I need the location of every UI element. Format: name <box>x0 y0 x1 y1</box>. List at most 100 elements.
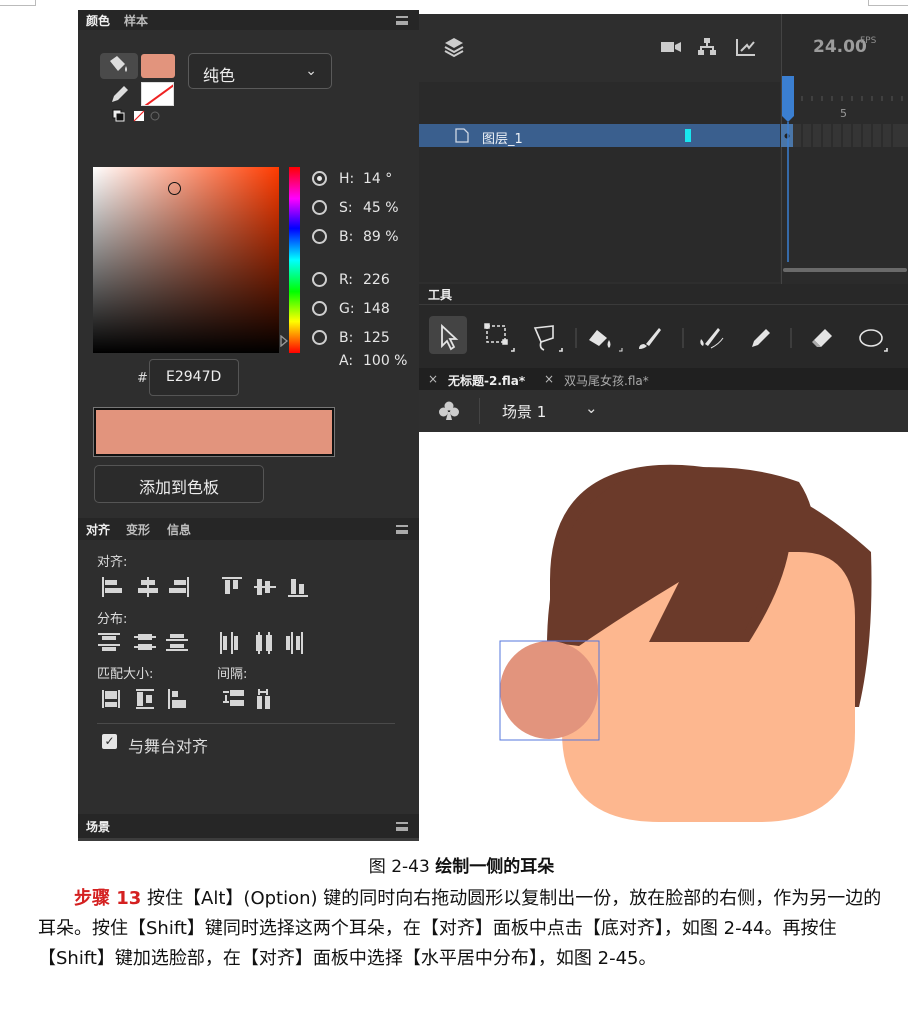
hue-value[interactable]: 14 ° <box>363 171 392 187</box>
spacing-section-label: 间隔: <box>217 667 248 682</box>
radio-saturation[interactable] <box>312 200 327 215</box>
align-horizontal-center-icon <box>138 577 158 597</box>
layer-color-marker[interactable] <box>685 129 691 142</box>
saturation-value[interactable]: 45 % <box>363 200 399 216</box>
close-tab-2-icon[interactable]: × <box>544 372 554 386</box>
radio-brightness[interactable] <box>312 229 327 244</box>
tab-scene[interactable]: 场景 <box>86 818 110 835</box>
tab-swatches[interactable]: 样本 <box>124 12 148 29</box>
align-to-stage-label[interactable]: 与舞台对齐 <box>128 733 208 757</box>
selection-arrow-icon <box>441 323 459 351</box>
ear <box>500 641 598 739</box>
radio-blue[interactable] <box>312 330 327 345</box>
alpha-value[interactable]: 100 % <box>363 353 407 369</box>
timeline-scrollbar[interactable] <box>783 268 907 272</box>
brightness-value[interactable]: 89 % <box>363 229 399 245</box>
scene-bar: 场景 1 ⌄ <box>419 390 908 432</box>
oval-icon <box>859 329 888 352</box>
fill-tool-button[interactable] <box>100 53 138 79</box>
layer-name[interactable]: 图层_1 <box>482 128 523 147</box>
distribute-vertical-center-icon <box>134 634 156 650</box>
fps-unit: FPS <box>860 36 877 46</box>
distribute-horizontal-center-icon <box>256 632 272 654</box>
green-value[interactable]: 148 <box>363 301 390 317</box>
tools-title: 工具 <box>428 288 453 302</box>
tab-document-1[interactable]: 无标题-2.fla* <box>448 372 525 389</box>
panel-menu-icon[interactable] <box>396 16 408 25</box>
distribute-left-icon <box>220 632 238 654</box>
tab-info[interactable]: 信息 <box>167 521 191 538</box>
radio-hue[interactable] <box>312 171 327 186</box>
figure-title: 绘制一侧的耳朵 <box>435 857 555 877</box>
layer-list <box>419 82 780 282</box>
layers-icon[interactable] <box>443 36 465 58</box>
pencil-icon <box>752 329 770 347</box>
step-label: 步骤 13 <box>74 888 142 909</box>
graph-icon[interactable] <box>735 37 757 57</box>
tab-align[interactable]: 对齐 <box>86 521 110 538</box>
tab-document-2[interactable]: 双马尾女孩.fla* <box>564 372 649 389</box>
layer-page-icon <box>455 128 469 143</box>
hex-input[interactable]: E2947D <box>149 359 239 396</box>
character-drawing <box>499 464 872 822</box>
scene-divider <box>479 398 480 424</box>
align-vertical-center-icon <box>254 579 276 595</box>
scene-panel-tabs: 场景 <box>78 814 419 838</box>
layer-hierarchy-icon[interactable] <box>697 37 717 57</box>
chevron-down-icon: ⌄ <box>305 63 317 79</box>
lasso-icon <box>533 325 563 352</box>
radio-red[interactable] <box>312 272 327 287</box>
align-section-label: 对齐: <box>97 555 128 570</box>
fluid-brush-icon <box>700 328 724 349</box>
camera-icon[interactable] <box>660 39 682 55</box>
align-to-stage-checkbox[interactable]: ✓ <box>102 734 117 749</box>
radio-green[interactable] <box>312 301 327 316</box>
scene-chevron-down-icon[interactable]: ⌄ <box>585 399 598 417</box>
saturation-label: S: <box>339 200 353 216</box>
distribute-top-icon <box>98 633 120 651</box>
space-evenly-vertical-icon <box>223 690 244 706</box>
fill-color-swatch[interactable] <box>141 54 175 78</box>
picker-handle[interactable] <box>168 182 181 195</box>
close-tab-1-icon[interactable]: × <box>428 372 438 386</box>
fill-type-dropdown[interactable]: 纯色 ⌄ <box>188 53 332 89</box>
align-buttons-row <box>102 577 308 597</box>
figure-number: 图 2-43 <box>368 857 430 877</box>
saturation-brightness-picker[interactable] <box>93 167 279 353</box>
red-value[interactable]: 226 <box>363 272 390 288</box>
stage[interactable] <box>419 432 908 842</box>
scene-name[interactable]: 场景 1 <box>502 401 546 422</box>
scene-club-icon[interactable] <box>438 400 460 422</box>
free-transform-icon <box>484 323 515 352</box>
distribute-buttons-row <box>98 632 303 654</box>
fps-value[interactable]: 24.00 <box>813 37 867 57</box>
align-bottom-icon <box>288 579 308 597</box>
frame-area[interactable]: 24.00 FPS 5 <box>781 14 908 284</box>
layer-row[interactable]: 图层_1 <box>419 124 780 147</box>
match-height-icon <box>136 689 154 709</box>
align-panel-tabs: 对齐 变形 信息 <box>78 518 419 540</box>
align-panel-menu-icon[interactable] <box>396 525 408 534</box>
tab-transform[interactable]: 变形 <box>126 521 150 538</box>
hue-slider-arrow-icon[interactable] <box>279 335 289 347</box>
scene-panel-body <box>78 838 419 841</box>
tab-color[interactable]: 颜色 <box>86 12 110 29</box>
align-right-icon <box>169 577 189 597</box>
paint-bucket-icon <box>110 56 127 72</box>
align-left-icon <box>102 577 122 597</box>
tools-panel: 工具 <box>419 284 908 368</box>
stroke-color-swatch[interactable] <box>141 82 174 106</box>
blue-label: B: <box>339 330 354 346</box>
figure-caption: 图 2-43 绘制一侧的耳朵 <box>0 852 923 877</box>
step-paragraph: 步骤 13 按住【Alt】(Option) 键的同时向右拖动圆形以复制出一份，放… <box>38 884 888 974</box>
playhead[interactable] <box>781 76 795 262</box>
tools-row <box>441 323 888 352</box>
scene-panel-menu-icon[interactable] <box>396 822 408 831</box>
blue-value[interactable]: 125 <box>363 330 390 346</box>
pencil-stroke-icon[interactable] <box>108 82 132 106</box>
space-evenly-horizontal-icon <box>257 689 270 709</box>
swatch-options-icons[interactable] <box>112 109 172 123</box>
add-to-swatches-button[interactable]: 添加到色板 <box>94 465 264 503</box>
distribute-bottom-icon <box>166 634 188 651</box>
hue-slider[interactable] <box>289 167 300 353</box>
